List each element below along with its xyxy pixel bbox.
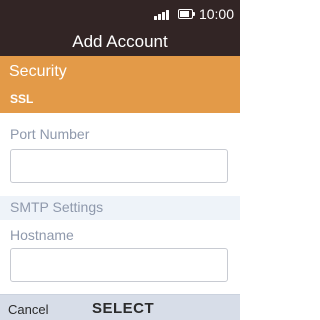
status-indicators: 10:00 xyxy=(153,5,234,23)
port-number-field[interactable] xyxy=(10,149,228,183)
cancel-softkey[interactable]: Cancel xyxy=(8,302,48,317)
status-time: 10:00 xyxy=(198,6,234,22)
page-title: Add Account xyxy=(0,28,240,56)
battery-icon xyxy=(177,9,195,19)
section-header-smtp: SMTP Settings xyxy=(0,196,240,220)
softkey-bar: Cancel SELECT xyxy=(0,294,240,320)
list-item-title: Security xyxy=(9,63,67,80)
port-number-label: Port Number xyxy=(10,126,90,142)
list-item-security[interactable]: Security SSL xyxy=(0,56,240,113)
signal-icon xyxy=(153,8,172,20)
list-item-value: SSL xyxy=(10,92,34,106)
status-bar: 10:00 xyxy=(0,0,240,28)
section-title: SMTP Settings xyxy=(10,199,104,215)
select-softkey[interactable]: SELECT xyxy=(92,300,154,317)
hostname-field[interactable] xyxy=(10,248,228,282)
hostname-label: Hostname xyxy=(10,227,74,243)
